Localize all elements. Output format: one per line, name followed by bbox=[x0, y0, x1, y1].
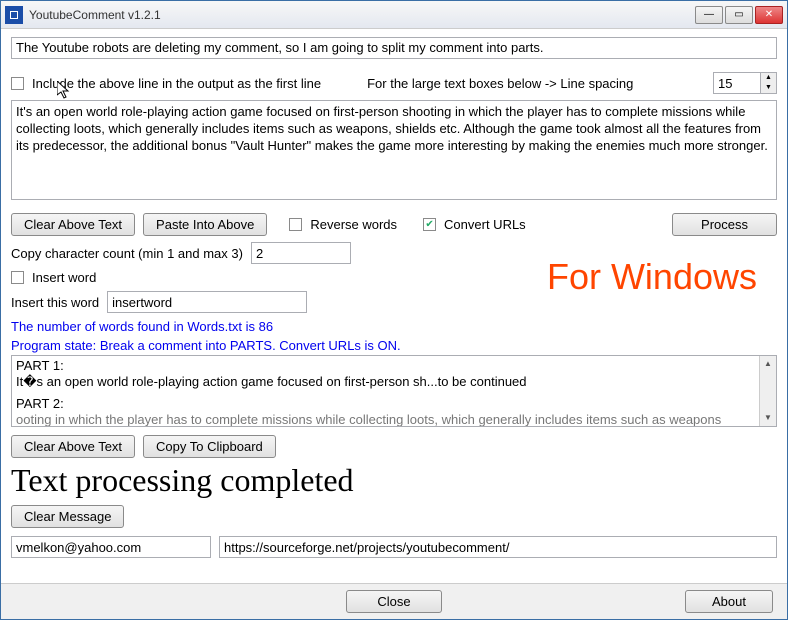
reverse-words-label: Reverse words bbox=[310, 217, 397, 232]
output-part1-label: PART 1: bbox=[16, 358, 756, 374]
window-title: YoutubeComment v1.2.1 bbox=[29, 8, 695, 22]
copy-count-label: Copy character count (min 1 and max 3) bbox=[11, 246, 243, 261]
about-button[interactable]: About bbox=[685, 590, 773, 613]
convert-urls-checkbox[interactable]: ✔ bbox=[423, 218, 436, 231]
insert-word-checkbox[interactable] bbox=[11, 271, 24, 284]
window-controls: — ▭ ✕ bbox=[695, 6, 783, 24]
platform-overlay-text: For Windows bbox=[547, 256, 757, 298]
clear-message-button[interactable]: Clear Message bbox=[11, 505, 124, 528]
spinner-arrows[interactable]: ▲▼ bbox=[760, 73, 776, 93]
output-part2-label: PART 2: bbox=[16, 396, 756, 412]
main-textbox[interactable] bbox=[11, 100, 777, 200]
clear-above-button-2[interactable]: Clear Above Text bbox=[11, 435, 135, 458]
output-part2-text: ooting in which the player has to comple… bbox=[16, 412, 756, 427]
url-field[interactable] bbox=[219, 536, 777, 558]
line-spacing-label: For the large text boxes below -> Line s… bbox=[367, 76, 633, 91]
close-button[interactable]: Close bbox=[346, 590, 441, 613]
app-icon bbox=[5, 6, 23, 24]
reverse-words-checkbox[interactable] bbox=[289, 218, 302, 231]
copy-count-input[interactable] bbox=[251, 242, 351, 264]
convert-urls-label: Convert URLs bbox=[444, 217, 526, 232]
app-window: YoutubeComment v1.2.1 — ▭ ✕ Include the … bbox=[0, 0, 788, 620]
words-found-text: The number of words found in Words.txt i… bbox=[11, 319, 777, 334]
intro-textbox[interactable] bbox=[11, 37, 777, 59]
include-line-label: Include the above line in the output as … bbox=[32, 76, 321, 91]
output-part1-text: It�s an open world role-playing action g… bbox=[16, 374, 756, 390]
line-spacing-spinner[interactable]: ▲▼ bbox=[713, 72, 777, 94]
line-spacing-input[interactable] bbox=[714, 73, 760, 93]
minimize-button[interactable]: — bbox=[695, 6, 723, 24]
insert-this-word-label: Insert this word bbox=[11, 295, 99, 310]
copy-clipboard-button[interactable]: Copy To Clipboard bbox=[143, 435, 276, 458]
status-message: Text processing completed bbox=[11, 462, 777, 499]
clear-above-button-1[interactable]: Clear Above Text bbox=[11, 213, 135, 236]
include-line-checkbox[interactable] bbox=[11, 77, 24, 90]
bottom-bar: Close About bbox=[1, 583, 787, 619]
output-textbox[interactable]: PART 1: It�s an open world role-playing … bbox=[11, 355, 777, 427]
client-area: Include the above line in the output as … bbox=[1, 29, 787, 568]
close-window-button[interactable]: ✕ bbox=[755, 6, 783, 24]
insert-word-check-label: Insert word bbox=[32, 270, 96, 285]
program-state-text: Program state: Break a comment into PART… bbox=[11, 338, 777, 353]
maximize-button[interactable]: ▭ bbox=[725, 6, 753, 24]
titlebar: YoutubeComment v1.2.1 — ▭ ✕ bbox=[1, 1, 787, 29]
insert-word-input[interactable] bbox=[107, 291, 307, 313]
process-button[interactable]: Process bbox=[672, 213, 777, 236]
email-field[interactable] bbox=[11, 536, 211, 558]
output-scrollbar[interactable]: ▲▼ bbox=[759, 356, 776, 426]
paste-into-button[interactable]: Paste Into Above bbox=[143, 213, 267, 236]
